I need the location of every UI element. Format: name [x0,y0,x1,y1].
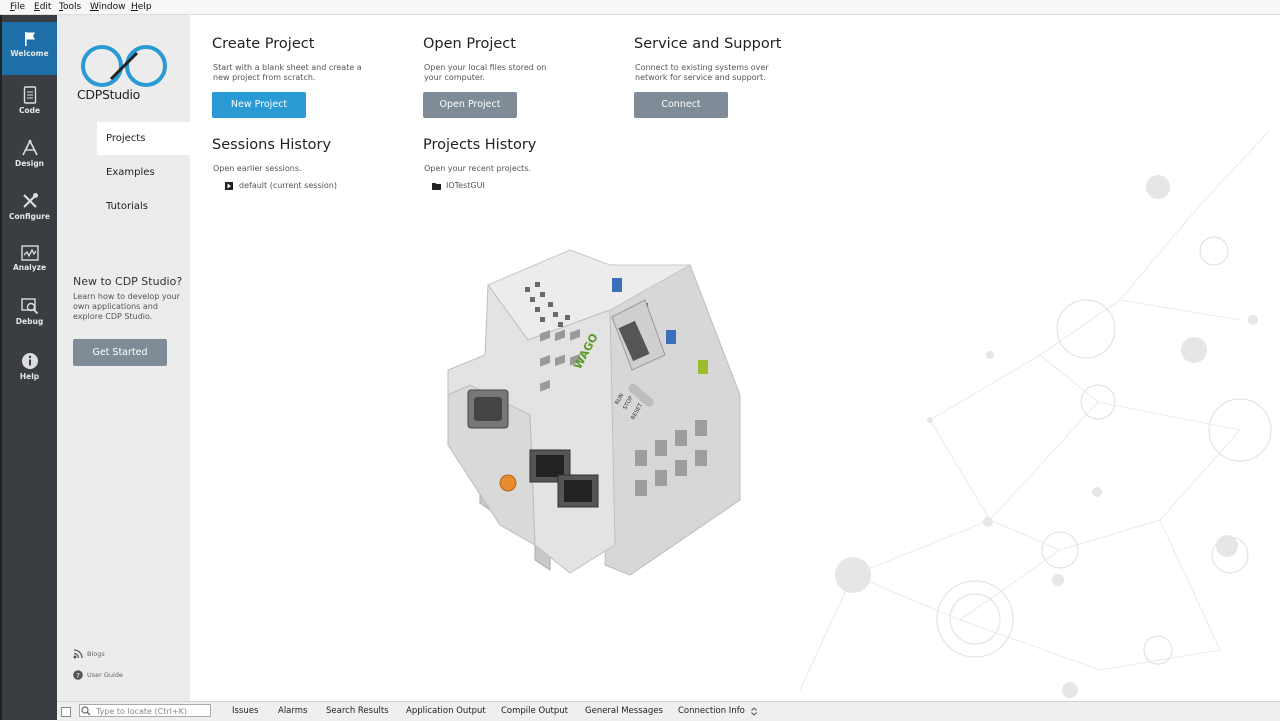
projects-history-description: Open your recent projects. [424,164,532,173]
create-project-title: Create Project [212,36,315,52]
user-guide-label: User Guide [87,671,123,679]
tab-search-results[interactable]: Search Results [326,706,389,716]
menu-edit[interactable]: Edit [34,2,51,12]
welcome-sidebar: CDPStudio Projects Examples Tutorials Ne… [57,15,190,701]
session-item-label: default (current session) [239,181,337,190]
menu-file[interactable]: File [10,2,25,12]
user-guide-link[interactable]: ? User Guide [73,670,123,680]
chevron-updown-icon[interactable] [751,707,757,716]
new-project-button[interactable]: New Project [212,92,306,118]
connect-button[interactable]: Connect [634,92,728,118]
info-icon [21,353,38,369]
output-pane-bar: Type to locate (Ctrl+K) Issues Alarms Se… [57,701,1280,721]
tab-alarms[interactable]: Alarms [278,706,307,716]
open-project-description: Open your local files stored on your com… [424,63,547,82]
sessions-history-description: Open earlier sessions. [213,164,302,173]
service-support-description: Connect to existing systems over network… [635,63,769,82]
mode-configure[interactable]: Configure [2,183,57,236]
question-icon: ? [73,670,83,680]
menu-tools[interactable]: Tools [59,2,81,12]
menu-bar: File Edit Tools Window Help [0,0,1280,15]
flag-icon [24,32,35,46]
menu-help[interactable]: Help [131,2,152,12]
mode-label: Analyze [12,263,47,272]
cdpstudio-logo: CDPStudio [73,43,175,105]
blogs-link[interactable]: Blogs [73,649,105,659]
mode-label: Debug [15,317,44,326]
projects-history-title: Projects History [423,137,537,153]
mode-analyze[interactable]: Analyze [2,236,57,289]
logo-text: CDPStudio [77,87,141,102]
tab-issues[interactable]: Issues [232,706,258,716]
menu-window[interactable]: Window [90,2,126,12]
mode-design[interactable]: Design [2,130,57,183]
mode-help[interactable]: Help [2,343,57,396]
plc-device-image: WAGO RUN STOP RESET [447,249,741,576]
search-icon [81,706,91,716]
locate-input[interactable]: Type to locate (Ctrl+K) [79,704,211,717]
mode-debug[interactable]: Debug [2,289,57,342]
mode-bar: Welcome Code Design Configure Analyze De… [0,15,57,720]
sessions-history-title: Sessions History [212,137,332,153]
svg-text:?: ? [76,672,80,680]
project-item-label: IOTestGUI [446,181,485,190]
mode-label: Code [18,106,41,115]
nav-examples[interactable]: Examples [97,156,190,189]
blogs-label: Blogs [87,650,105,658]
debug-icon [20,298,38,315]
get-started-button[interactable]: Get Started [73,339,167,366]
mode-welcome[interactable]: Welcome [2,22,57,75]
tab-application-output[interactable]: Application Output [406,706,486,716]
folder-icon [432,182,441,190]
mode-label: Welcome [10,49,49,58]
create-project-description: Start with a blank sheet and create a ne… [213,63,362,82]
mode-label: Help [19,372,40,381]
mode-label: Configure [8,212,51,221]
tools-icon [22,193,38,208]
design-icon [21,139,38,156]
nav-projects[interactable]: Projects [97,122,190,155]
rss-icon [73,649,83,659]
new-to-title: New to CDP Studio? [73,275,183,288]
chart-icon [20,245,39,261]
mode-code[interactable]: Code [2,77,57,130]
open-project-button[interactable]: Open Project [423,92,517,118]
session-play-icon [225,181,233,190]
mode-label: Design [14,159,45,168]
sidebar-toggle-button[interactable] [61,707,71,717]
tab-general-messages[interactable]: General Messages [585,706,663,716]
project-item[interactable]: IOTestGUI [432,181,485,190]
tab-compile-output[interactable]: Compile Output [501,706,568,716]
tab-connection-info[interactable]: Connection Info [678,706,745,716]
service-support-title: Service and Support [634,36,782,52]
nav-tutorials[interactable]: Tutorials [97,190,190,223]
document-icon [23,86,36,104]
open-project-title: Open Project [423,36,516,52]
session-item[interactable]: default (current session) [225,181,337,190]
new-to-description: Learn how to develop your own applicatio… [73,292,180,321]
